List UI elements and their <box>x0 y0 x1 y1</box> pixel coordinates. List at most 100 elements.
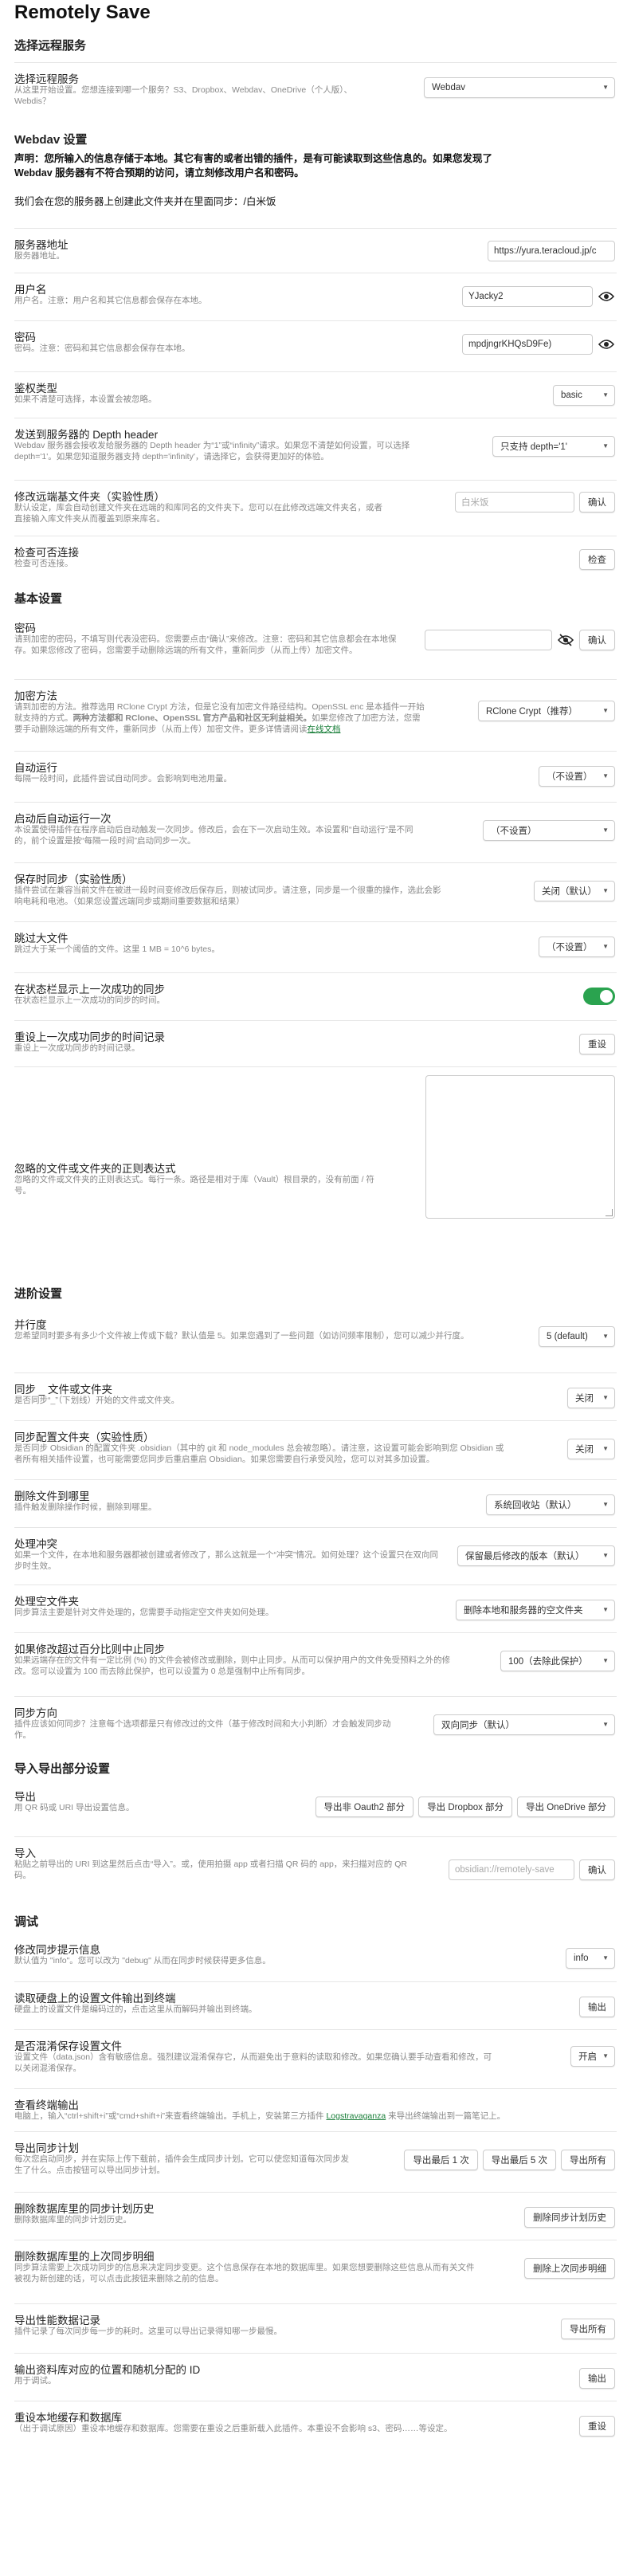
encryption-password-input[interactable] <box>425 630 552 650</box>
setting-name: 同步配置文件夹（实验性质） <box>14 1431 155 1443</box>
output-vault-id-button[interactable]: 输出 <box>579 2368 615 2389</box>
online-docs-link[interactable]: 在线文档 <box>308 724 341 734</box>
remote-folder-input[interactable]: 白米饭 <box>455 492 574 512</box>
obfuscate-settings-select[interactable]: 开启 ▼ <box>570 2046 615 2067</box>
check-button[interactable]: 检查 <box>579 549 615 570</box>
output-settings-button[interactable]: 输出 <box>579 1997 615 2017</box>
page-title: Remotely Save <box>14 2 151 23</box>
setting-name: 修改远端基文件夹（实验性质） <box>14 491 165 503</box>
auto-run-select[interactable]: （不设置） ▼ <box>539 766 615 787</box>
setting-status-bar: 在状态栏显示上一次成功的同步 在状态栏显示上一次成功的同步的时间。 <box>14 972 617 1020</box>
sync-direction-select[interactable]: 双向同步（默认） ▼ <box>433 1714 615 1735</box>
import-uri-input[interactable]: obsidian://remotely-save <box>449 1859 574 1880</box>
abort-percent-select[interactable]: 100（去除此保护） ▼ <box>500 1651 615 1671</box>
eye-icon[interactable] <box>598 290 615 303</box>
chevron-down-icon: ▼ <box>602 1394 609 1401</box>
auth-type-select[interactable]: basic ▼ <box>553 385 615 406</box>
export-profiler-button[interactable]: 导出所有 <box>561 2319 615 2339</box>
conflict-select[interactable]: 保留最后修改的版本（默认） ▼ <box>457 1545 615 1566</box>
setting-desc: 插件记录了每次同步每一步的耗时。这里可以导出记录得知哪一步最慢。 <box>14 2327 282 2336</box>
concurrency-select[interactable]: 5 (default) ▼ <box>539 1326 615 1347</box>
delete-history-button[interactable]: 删除同步计划历史 <box>524 2207 615 2228</box>
setting-desc: 服务器地址。 <box>14 251 65 261</box>
setting-name: 鉴权类型 <box>14 383 57 395</box>
logstravaganza-link[interactable]: Logstravaganza <box>326 2111 386 2121</box>
export-last-1-button[interactable]: 导出最后 1 次 <box>404 2150 478 2170</box>
setting-output-vault-id: 输出资料库对应的位置和随机分配的 ID 用于调试。 输出 <box>14 2353 617 2401</box>
setting-desc: 粘贴之前导出的 URI 到这里然后点击“导入”。或，使用拍摄 app 或者扫描 … <box>14 1859 407 1880</box>
setting-startup-run: 启动后自动运行一次 本设置使得插件在程序启动后自动触发一次同步。修改后，会在下一… <box>14 802 617 862</box>
chevron-down-icon: ▼ <box>602 1721 609 1728</box>
confirm-button[interactable]: 确认 <box>579 1859 615 1880</box>
chevron-down-icon: ▼ <box>602 391 609 399</box>
eye-off-icon[interactable] <box>557 634 574 646</box>
export-last-5-button[interactable]: 导出最后 5 次 <box>482 2150 556 2170</box>
setting-desc: 用于调试。 <box>14 2376 57 2386</box>
log-level-select[interactable]: info ▼ <box>566 1948 615 1969</box>
setting-sync-direction: 同步方向 插件应该如何同步？注意每个选项都是只有修改过的文件（基于修改时间和大小… <box>14 1696 617 1753</box>
setting-desc: 每次您启动同步，并在实际上传下载前，插件会生成同步计划。它可以使您知道每次同步发… <box>14 2154 349 2175</box>
setting-desc: 如果一个文件，在本地和服务器都被创建或者修改了，那么这就是一个“冲突”情况。如何… <box>14 1550 438 1571</box>
startup-run-select[interactable]: （不设置） ▼ <box>483 820 615 841</box>
setting-delete-behavior: 删除文件到哪里 插件触发删除操作时候，删除到哪里。 系统回收站（默认） ▼ <box>14 1479 617 1527</box>
ignore-paths-textarea[interactable] <box>425 1075 615 1219</box>
reset-cache-button[interactable]: 重设 <box>579 2416 615 2437</box>
setting-concurrency: 并行度 您希望同时要多有多少个文件被上传或下载？默认值是 5。如果您遇到了一些问… <box>14 1309 617 1372</box>
setting-desc: 插件应该如何同步？注意每个选项都是只有修改过的文件（基于修改时间和大小判断）才会… <box>14 1719 391 1740</box>
setting-name: 在状态栏显示上一次成功的同步 <box>14 984 165 995</box>
chevron-down-icon: ▼ <box>602 1606 609 1613</box>
setting-name: 导出同步计划 <box>14 2142 79 2154</box>
section-heading-remote: 选择远程服务 <box>14 39 87 53</box>
setting-desc: 插件触发删除操作时候，删除到哪里。 <box>14 1502 157 1512</box>
chevron-down-icon: ▼ <box>602 772 609 779</box>
setting-password: 密码 密码。注意：密码和其它信息都会保存在本地。 mpdjngrKHQsD9Fe… <box>14 320 617 371</box>
setting-name: 导出性能数据记录 <box>14 2315 100 2327</box>
webdav-folder-note: 我们会在您的服务器上创建此文件夹并在里面同步：/白米饭 <box>14 196 276 207</box>
status-bar-toggle[interactable] <box>583 988 615 1005</box>
setting-name: 查看终端输出 <box>14 2099 79 2111</box>
setting-name: 如果修改超过百分比则中止同步 <box>14 1643 165 1655</box>
setting-remote-service: 选择远程服务 从这里开始设置。您想连接到哪一个服务？S3、Dropbox、Web… <box>14 62 617 118</box>
delete-behavior-select[interactable]: 系统回收站（默认） ▼ <box>486 1494 615 1515</box>
export-onedrive-button[interactable]: 导出 OneDrive 部分 <box>517 1797 615 1817</box>
export-non-oauth2-button[interactable]: 导出非 Oauth2 部分 <box>315 1797 414 1817</box>
eye-icon[interactable] <box>598 338 615 351</box>
setting-name: 同步 _ 文件或文件夹 <box>14 1384 113 1396</box>
setting-name: 导出 <box>14 1791 36 1803</box>
setting-name: 启动后自动运行一次 <box>14 813 112 825</box>
save-sync-select[interactable]: 关闭（默认） ▼ <box>534 881 615 901</box>
sync-config-select[interactable]: 关闭 ▼ <box>567 1439 615 1459</box>
section-heading-debug: 调试 <box>14 1915 39 1929</box>
empty-folder-select[interactable]: 删除本地和服务器的空文件夹 ▼ <box>456 1600 615 1620</box>
chevron-down-icon: ▼ <box>602 887 609 894</box>
export-all-button[interactable]: 导出所有 <box>561 2150 615 2170</box>
setting-export: 导出 用 QR 码或 URI 导出设置信息。 导出非 Oauth2 部分 导出 D… <box>14 1781 617 1836</box>
delete-prev-sync-button[interactable]: 删除上次同步明细 <box>524 2258 615 2279</box>
remote-service-select[interactable]: Webdav ▼ <box>424 77 615 98</box>
setting-name: 重设本地缓存和数据库 <box>14 2412 122 2424</box>
export-dropbox-button[interactable]: 导出 Dropbox 部分 <box>418 1797 513 1817</box>
setting-skip-large: 跳过大文件 跳过大于某一个阈值的文件。这里 1 MB = 10^6 bytes。… <box>14 921 617 972</box>
password-input[interactable]: mpdjngrKHQsD9Fe) <box>462 334 593 355</box>
confirm-button[interactable]: 确认 <box>579 492 615 512</box>
sync-underscore-select[interactable]: 关闭 ▼ <box>567 1388 615 1408</box>
username-input[interactable]: YJacky2 <box>462 286 593 307</box>
confirm-button[interactable]: 确认 <box>579 630 615 650</box>
setting-name: 同步方向 <box>14 1707 57 1719</box>
skip-large-select[interactable]: （不设置） ▼ <box>539 937 615 957</box>
server-address-input[interactable]: https://yura.teracloud.jp/c <box>488 241 615 261</box>
setting-name: 保存时同步（实验性质） <box>14 874 133 886</box>
setting-encryption-method: 加密方法 请到加密的方法。推荐选用 RClone Crypt 方法，但是它没有加… <box>14 679 617 751</box>
setting-name: 处理冲突 <box>14 1538 57 1550</box>
reset-button[interactable]: 重设 <box>579 1034 615 1054</box>
depth-select[interactable]: 只支持 depth='1' ▼ <box>492 436 615 457</box>
setting-import: 导入 粘贴之前导出的 URI 到这里然后点击“导入”。或，使用拍摄 app 或者… <box>14 1836 617 1903</box>
setting-abort-percent: 如果修改超过百分比则中止同步 如果远端存在的文件有一定比例 (%) 的文件会被修… <box>14 1632 617 1696</box>
setting-desc: 硬盘上的设置文件是编码过的，点击这里从而解码并输出到终端。 <box>14 2005 257 2014</box>
setting-name: 并行度 <box>14 1319 47 1331</box>
encryption-method-select[interactable]: RClone Crypt（推荐） ▼ <box>478 701 615 721</box>
setting-name: 用户名 <box>14 284 47 296</box>
setting-desc: 默认值为 "info"。您可以改为 "debug" 从而在同步时候获得更多信息。 <box>14 1956 271 1965</box>
setting-depth-header: 发送到服务器的 Depth header Webdav 服务器会接收发给服务器的… <box>14 418 617 480</box>
setting-name: 跳过大文件 <box>14 933 69 944</box>
